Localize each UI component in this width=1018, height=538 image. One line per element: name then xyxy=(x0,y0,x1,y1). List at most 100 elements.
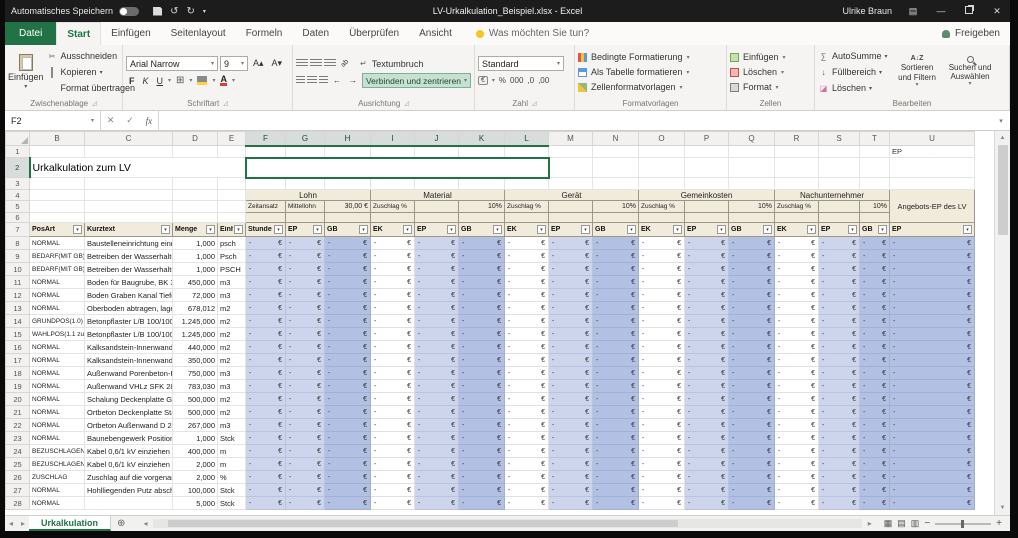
cell[interactable]: 10% xyxy=(592,200,639,213)
filter-dropdown-icon[interactable]: ▾ xyxy=(493,225,502,234)
page-layout-view-icon[interactable]: ▤ xyxy=(897,518,906,529)
cell[interactable]: - € xyxy=(592,444,639,458)
cell[interactable]: - € xyxy=(245,340,286,354)
cell[interactable]: - € xyxy=(818,366,860,380)
formula-input[interactable] xyxy=(159,111,992,130)
zoom-slider[interactable] xyxy=(935,519,992,528)
cell[interactable]: - € xyxy=(504,301,549,315)
cell[interactable] xyxy=(29,189,85,201)
cell[interactable]: - € xyxy=(818,392,860,406)
column-header-g[interactable]: G xyxy=(285,131,325,147)
cell[interactable]: - € xyxy=(728,249,775,263)
row-header-19[interactable]: 19 xyxy=(5,379,30,393)
cell[interactable]: - € xyxy=(414,431,459,445)
vertical-scrollbar[interactable]: ▲ ▼ xyxy=(994,131,1010,515)
row-header-11[interactable]: 11 xyxy=(5,275,30,289)
column-header-r[interactable]: R xyxy=(774,131,819,146)
cell[interactable] xyxy=(548,200,593,213)
cell[interactable]: - € xyxy=(245,483,286,497)
cell[interactable]: - € xyxy=(728,301,775,315)
cell-einheit[interactable]: m2 xyxy=(217,340,246,354)
cell[interactable]: - € xyxy=(504,379,549,393)
cell[interactable]: - € xyxy=(638,340,685,354)
cell-einheit[interactable]: m3 xyxy=(217,366,246,380)
cell[interactable] xyxy=(414,145,459,158)
filter-dropdown-icon[interactable]: ▾ xyxy=(963,225,972,234)
align-center-icon[interactable] xyxy=(307,76,317,85)
cell[interactable]: - € xyxy=(818,340,860,354)
cell[interactable]: - € xyxy=(370,262,415,276)
cell[interactable] xyxy=(638,212,685,223)
cell-menge[interactable]: 1,000 xyxy=(172,236,218,250)
filter-dropdown-icon[interactable]: ▾ xyxy=(673,225,682,234)
row-header-26[interactable]: 26 xyxy=(5,470,30,484)
cell-styles-button[interactable]: Zellenformatvorlagen ▾ xyxy=(578,80,723,95)
cell[interactable] xyxy=(29,200,85,213)
sheet-title-cell[interactable]: Urkalkulation zum LV xyxy=(29,157,246,178)
filter-header-ek-16[interactable]: EK ▾ xyxy=(774,222,819,237)
cell[interactable]: - € xyxy=(774,483,819,497)
cell[interactable]: - € xyxy=(889,327,975,341)
cell[interactable]: - € xyxy=(414,340,459,354)
format-painter-button[interactable]: Format übertragen xyxy=(47,81,136,95)
cell[interactable]: - € xyxy=(285,392,325,406)
merge-center-button[interactable]: Verbinden und zentrieren ▾ xyxy=(361,73,471,88)
increase-decimal-icon[interactable]: ,0 xyxy=(527,76,534,85)
cell[interactable]: - € xyxy=(548,457,593,471)
cell[interactable]: - € xyxy=(245,249,286,263)
cell[interactable]: - € xyxy=(592,314,639,328)
cell-einheit[interactable]: m3 xyxy=(217,275,246,289)
row-header-22[interactable]: 22 xyxy=(5,418,30,432)
cell[interactable] xyxy=(504,177,549,190)
cell-posart[interactable]: NORMAL xyxy=(29,236,85,250)
cell[interactable]: - € xyxy=(458,236,505,250)
cell-einheit[interactable]: m xyxy=(217,444,246,458)
cell[interactable]: - € xyxy=(324,457,371,471)
column-header-i[interactable]: I xyxy=(370,131,415,147)
cell[interactable]: - € xyxy=(728,431,775,445)
font-name-select[interactable]: Arial Narrow ▾ xyxy=(126,56,218,71)
cell[interactable]: - € xyxy=(285,340,325,354)
cell[interactable]: - € xyxy=(592,353,639,367)
cell[interactable]: - € xyxy=(684,327,729,341)
cell[interactable]: - € xyxy=(414,314,459,328)
cell[interactable]: - € xyxy=(889,457,975,471)
cell-einheit[interactable]: m2 xyxy=(217,392,246,406)
cell-menge[interactable]: 1.245,000 xyxy=(172,327,218,341)
cell[interactable]: - € xyxy=(458,431,505,445)
filter-header-ep-17[interactable]: EP ▾ xyxy=(818,222,860,237)
filter-header-ep-14[interactable]: EP ▾ xyxy=(684,222,729,237)
filter-header-ek-10[interactable]: EK ▾ xyxy=(504,222,549,237)
cell[interactable]: - € xyxy=(324,249,371,263)
autosum-button[interactable]: ∑ AutoSumme ▾ xyxy=(818,49,888,63)
cell[interactable]: - € xyxy=(859,379,890,393)
cell[interactable]: - € xyxy=(414,470,459,484)
column-header-j[interactable]: J xyxy=(414,131,459,147)
cell[interactable]: - € xyxy=(638,314,685,328)
cell[interactable] xyxy=(774,145,819,158)
cell[interactable] xyxy=(458,212,505,223)
cell[interactable]: - € xyxy=(548,470,593,484)
cell[interactable]: - € xyxy=(684,275,729,289)
cell[interactable] xyxy=(172,212,218,223)
row-header-21[interactable]: 21 xyxy=(5,405,30,419)
cell[interactable]: - € xyxy=(592,379,639,393)
cell[interactable]: - € xyxy=(592,483,639,497)
bold-button[interactable]: F xyxy=(126,73,138,88)
cell[interactable] xyxy=(728,145,775,158)
cell-menge[interactable]: 400,000 xyxy=(172,444,218,458)
row-header-15[interactable]: 15 xyxy=(5,327,30,341)
cell[interactable]: - € xyxy=(458,405,505,419)
cell[interactable]: Zeitansatz xyxy=(245,200,286,213)
cell[interactable]: - € xyxy=(592,418,639,432)
cell-kurztext[interactable]: Ortbeton Außenwand D 24cm S xyxy=(84,418,173,432)
cell[interactable] xyxy=(245,145,286,158)
cell[interactable]: Zuschlag % xyxy=(504,200,549,213)
minimize-button[interactable]: — xyxy=(934,6,948,16)
cell[interactable] xyxy=(458,177,505,190)
cell[interactable]: - € xyxy=(859,262,890,276)
cell[interactable]: - € xyxy=(548,431,593,445)
cell-kurztext[interactable]: Schalung Deckenplatte GF-Sch xyxy=(84,392,173,406)
cell-menge[interactable]: 5,000 xyxy=(172,496,218,510)
borders-button[interactable]: ⊞ xyxy=(173,73,187,88)
